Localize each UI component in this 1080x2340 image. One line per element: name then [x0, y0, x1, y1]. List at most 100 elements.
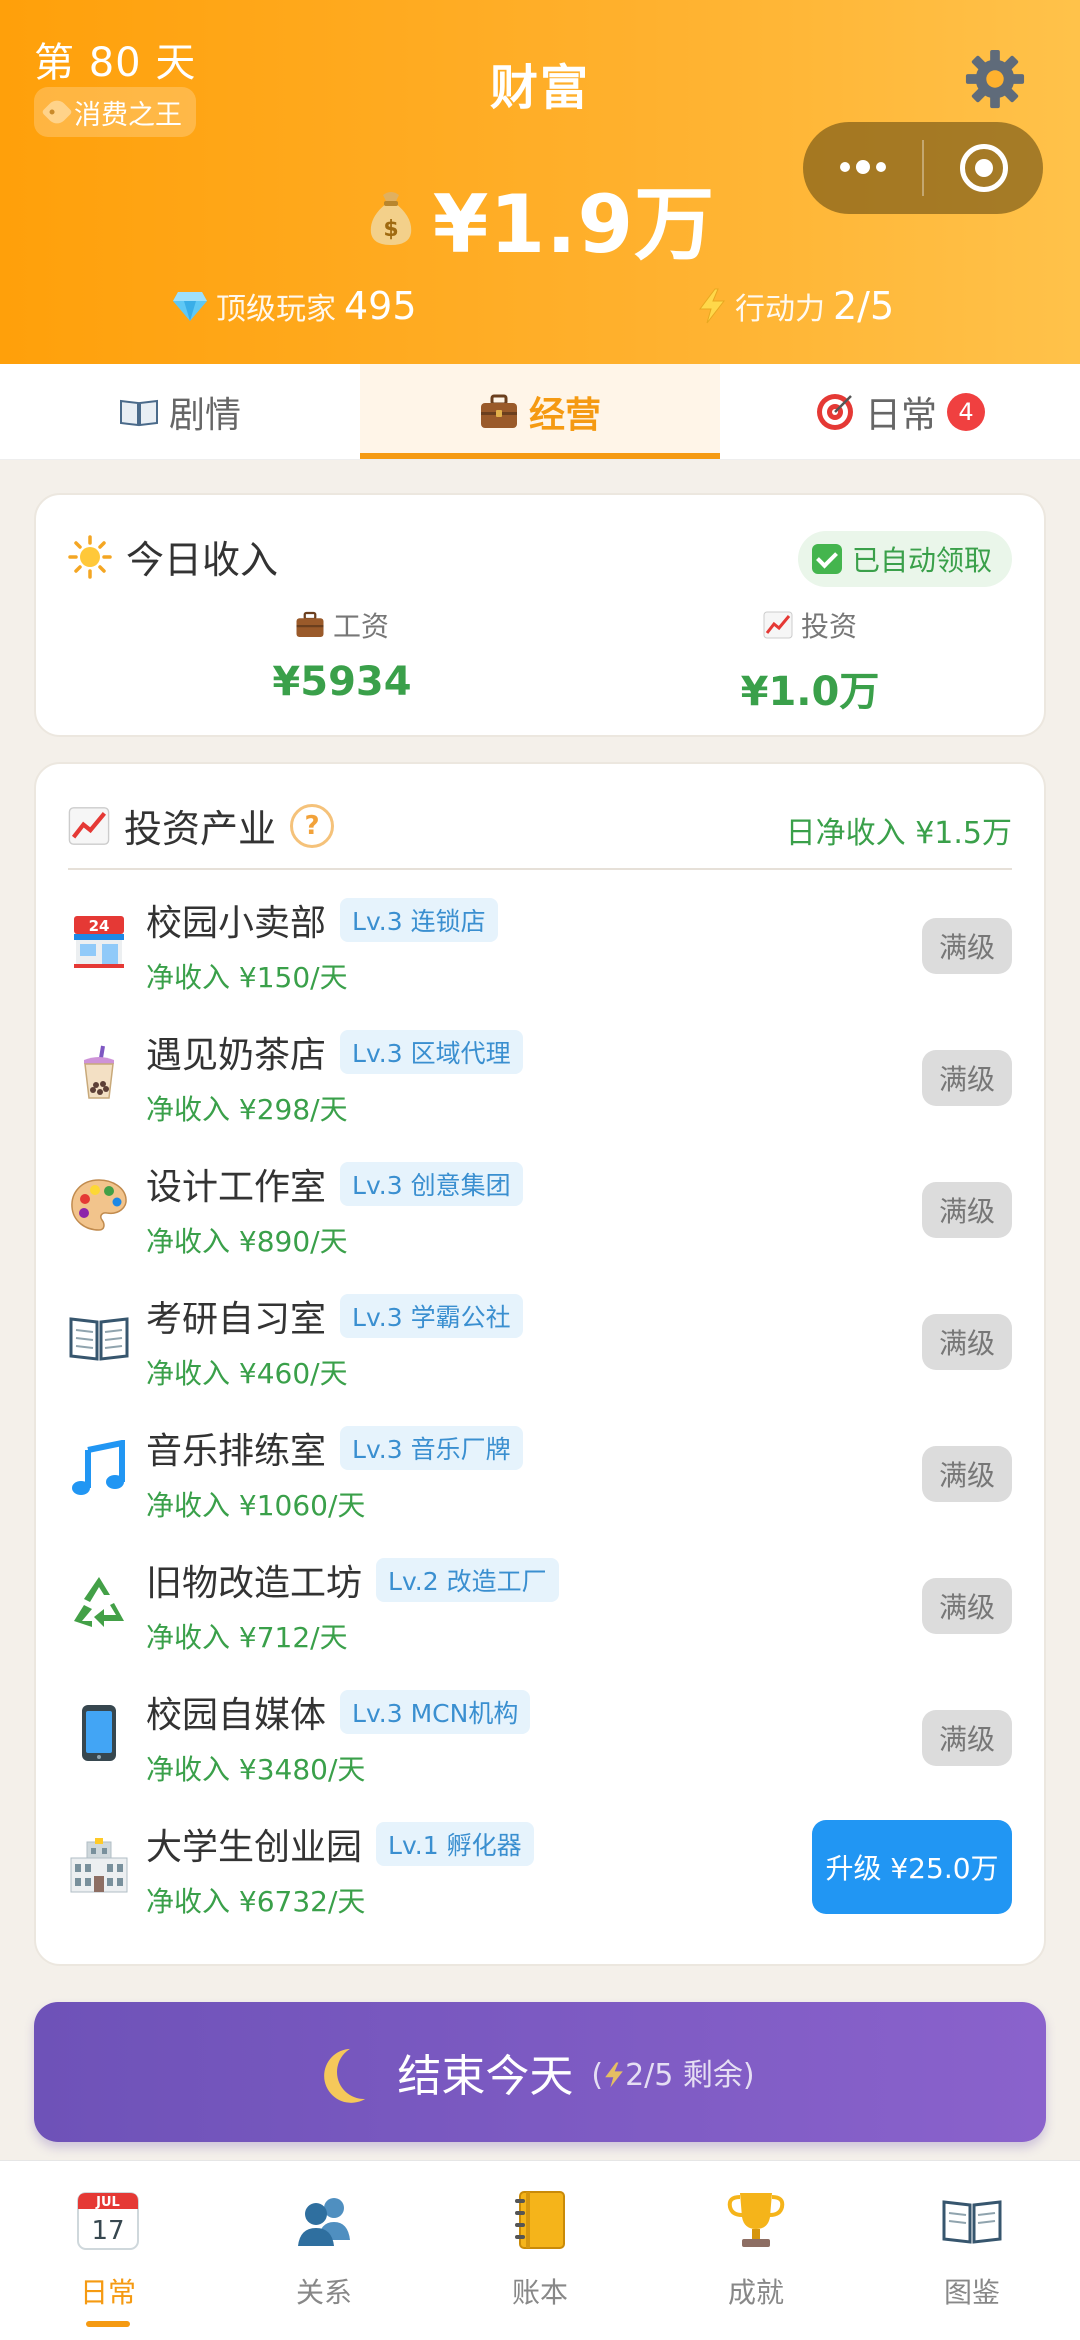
daily-net-income: 日净收入 ¥1.5万 [785, 816, 1012, 851]
svg-text:JUL: JUL [95, 2195, 120, 2210]
salary-label: 工资 [332, 610, 389, 643]
daily-count-badge: 4 [947, 392, 985, 431]
investment-card: 投资产业 ? 日净收入 ¥1.5万 24 校园小卖部 Lv.3 连锁店 净收入 … [34, 762, 1046, 1966]
business-name: 校园小卖部 [146, 903, 327, 944]
recycle-icon [68, 1570, 130, 1632]
svg-text:$: $ [383, 217, 398, 242]
money-bag-icon: $ [370, 192, 411, 245]
nav-collection-label: 图鉴 [943, 2276, 1000, 2309]
lightning-icon [699, 288, 726, 324]
business-row: 设计工作室 Lv.3 创意集团 净收入 ¥890/天 满级 [68, 1142, 1012, 1274]
business-income: 净收入 ¥6732/天 [146, 1885, 366, 1918]
investment-value: ¥1.0万 [740, 669, 880, 715]
nav-daily[interactable]: JUL 17 日常 [0, 2161, 216, 2340]
building-icon [68, 1834, 130, 1896]
briefcase-icon [296, 611, 324, 637]
nav-collection[interactable]: 图鉴 [864, 2161, 1080, 2340]
level-tag: Lv.3 创意集团 [340, 1162, 523, 1206]
bubble-tea-icon [68, 1042, 130, 1104]
max-level-button[interactable]: 满级 [922, 918, 1012, 974]
business-row: 考研自习室 Lv.3 学霸公社 净收入 ¥460/天 满级 [68, 1274, 1012, 1406]
income-title-label: 今日收入 [126, 538, 279, 582]
business-row: 遇见奶茶店 Lv.3 区域代理 净收入 ¥298/天 满级 [68, 1010, 1012, 1142]
store-icon: 24 [68, 910, 130, 972]
action-points-stat: 行动力 2/5 [697, 284, 894, 328]
max-level-button[interactable]: 满级 [922, 1446, 1012, 1502]
lightning-icon [605, 2062, 623, 2088]
top-player-label: 顶级玩家 [216, 292, 336, 327]
tab-daily-label: 日常 [864, 394, 937, 436]
svg-text:24: 24 [89, 917, 110, 935]
notebook-icon [505, 2185, 575, 2255]
investment-title-label: 投资产业 [124, 807, 277, 851]
crescent-moon-icon [333, 2041, 396, 2104]
business-income: 净收入 ¥1060/天 [146, 1489, 366, 1522]
max-level-button[interactable]: 满级 [922, 1182, 1012, 1238]
nav-ledger[interactable]: 账本 [432, 2161, 648, 2340]
today-income-card: 今日收入 已自动领取 工资 ¥5934 投资 ¥1.0万 [34, 493, 1046, 737]
upgrade-button[interactable]: 升级 ¥25.0万 [812, 1820, 1012, 1914]
salary-income: 工资 ¥5934 [192, 605, 492, 705]
header: 第 80 天 消费之王 财富 $ ¥1.9万 顶级玩家 495 行动力 2/5 [0, 0, 1080, 364]
tab-daily[interactable]: 日常 4 [720, 364, 1080, 459]
tab-business-label: 经营 [528, 394, 601, 436]
check-icon [811, 544, 842, 574]
palette-icon [68, 1174, 130, 1236]
book-icon [937, 2185, 1007, 2255]
business-name: 遇见奶茶店 [146, 1035, 327, 1076]
top-player-value: 495 [344, 284, 417, 328]
money-amount: ¥1.9万 [432, 178, 716, 271]
remaining-actions: (2/5 剩余) [591, 2058, 755, 2093]
gear-icon[interactable] [964, 48, 1026, 110]
nav-relations[interactable]: 关系 [216, 2161, 432, 2340]
phone-icon [68, 1702, 130, 1764]
max-level-button[interactable]: 满级 [922, 1578, 1012, 1634]
card-divider [68, 868, 1012, 870]
business-name: 设计工作室 [146, 1167, 327, 1208]
bottom-navigation: JUL 17 日常 关系 账本 成就 图鉴 [0, 2160, 1080, 2340]
sun-icon [68, 534, 112, 579]
salary-value: ¥5934 [272, 659, 412, 705]
business-row: 大学生创业园 Lv.1 孵化器 净收入 ¥6732/天 升级 ¥25.0万 [68, 1802, 1012, 1934]
tab-story[interactable]: 剧情 [0, 364, 360, 459]
max-level-button[interactable]: 满级 [922, 1314, 1012, 1370]
nav-achievements[interactable]: 成就 [648, 2161, 864, 2340]
end-day-button[interactable]: 结束今天 (2/5 剩余) [34, 2002, 1046, 2142]
level-tag: Lv.3 区域代理 [340, 1030, 523, 1074]
nav-achievements-label: 成就 [727, 2276, 784, 2309]
business-income: 净收入 ¥3480/天 [146, 1753, 366, 1786]
level-tag: Lv.3 连锁店 [340, 898, 498, 942]
business-row: 旧物改造工坊 Lv.2 改造工厂 净收入 ¥712/天 满级 [68, 1538, 1012, 1670]
investment-label: 投资 [800, 610, 857, 643]
level-tag: Lv.2 改造工厂 [376, 1558, 559, 1602]
max-level-button[interactable]: 满级 [922, 1710, 1012, 1766]
tab-business[interactable]: 经营 [360, 364, 720, 459]
business-income: 净收入 ¥150/天 [146, 961, 348, 994]
briefcase-icon [480, 394, 517, 428]
business-income: 净收入 ¥712/天 [146, 1621, 348, 1654]
diamond-icon [173, 292, 207, 321]
business-income: 净收入 ¥298/天 [146, 1093, 348, 1126]
music-note-icon [68, 1438, 130, 1500]
tab-story-label: 剧情 [168, 394, 241, 436]
business-name: 音乐排练室 [146, 1431, 327, 1472]
level-tag: Lv.3 音乐厂牌 [340, 1426, 523, 1470]
book-icon [119, 399, 158, 426]
business-income: 净收入 ¥460/天 [146, 1357, 348, 1390]
help-icon[interactable]: ? [290, 803, 335, 848]
level-tag: Lv.3 学霸公社 [340, 1294, 523, 1338]
business-row: 校园自媒体 Lv.3 MCN机构 净收入 ¥3480/天 满级 [68, 1670, 1012, 1802]
level-tag: Lv.3 MCN机构 [340, 1690, 531, 1734]
business-row: 24 校园小卖部 Lv.3 连锁店 净收入 ¥150/天 满级 [68, 878, 1012, 1010]
action-points-label: 行动力 [735, 292, 825, 327]
business-name: 考研自习室 [146, 1299, 327, 1340]
max-level-button[interactable]: 满级 [922, 1050, 1012, 1106]
level-tag: Lv.1 孵化器 [376, 1822, 534, 1866]
chart-up-icon [763, 611, 793, 639]
top-player-stat: 顶级玩家 495 [172, 284, 417, 328]
end-day-label: 结束今天 [397, 2051, 574, 2102]
money-row: $ ¥1.9万 [0, 160, 1080, 276]
nav-relations-label: 关系 [295, 2276, 352, 2309]
auto-claimed-badge: 已自动领取 [797, 531, 1012, 587]
business-name: 旧物改造工坊 [146, 1563, 363, 1604]
